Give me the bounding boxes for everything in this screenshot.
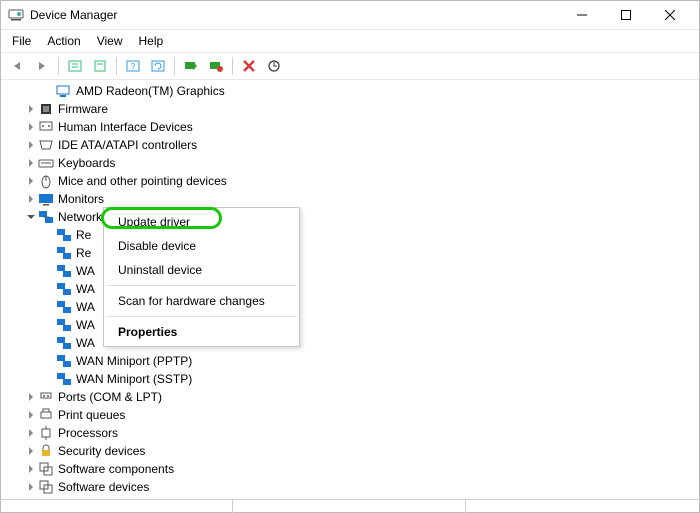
adapter-icon (56, 299, 72, 315)
menu-help[interactable]: Help (131, 32, 172, 50)
tree-node-net-pptp[interactable]: WAN Miniport (PPTP) (4, 352, 696, 370)
menu-view[interactable]: View (89, 32, 131, 50)
window-title: Device Manager (30, 8, 560, 22)
toolbar-separator (232, 57, 233, 75)
adapter-icon (56, 353, 72, 369)
toolbar-refresh[interactable] (147, 55, 169, 77)
tree-node-monitors[interactable]: Monitors (4, 190, 696, 208)
tree-node-processors[interactable]: Processors (4, 424, 696, 442)
software-icon (38, 479, 54, 495)
tree-node-hid[interactable]: Human Interface Devices (4, 118, 696, 136)
toolbar-disable[interactable] (238, 55, 260, 77)
mouse-icon (38, 173, 54, 189)
chevron-right-icon[interactable] (24, 120, 38, 134)
ports-icon (38, 389, 54, 405)
toolbar-back[interactable] (6, 55, 28, 77)
chevron-down-icon[interactable] (24, 210, 38, 224)
toolbar-help[interactable]: ? (122, 55, 144, 77)
tree-node-net-sstp[interactable]: WAN Miniport (SSTP) (4, 370, 696, 388)
display-adapter-icon (56, 83, 72, 99)
chevron-right-icon[interactable] (24, 408, 38, 422)
chevron-right-icon[interactable] (24, 390, 38, 404)
tree-node-radeon[interactable]: AMD Radeon(TM) Graphics (4, 82, 696, 100)
no-expander (42, 84, 56, 98)
chevron-right-icon[interactable] (24, 192, 38, 206)
menu-bar: File Action View Help (0, 30, 700, 52)
adapter-icon (56, 227, 72, 243)
app-icon (8, 7, 24, 23)
menu-action[interactable]: Action (39, 32, 88, 50)
chevron-right-icon[interactable] (24, 102, 38, 116)
adapter-icon (56, 281, 72, 297)
status-bar (0, 499, 700, 513)
toolbar-show-hidden[interactable] (64, 55, 86, 77)
software-icon (38, 461, 54, 477)
toolbar-separator (116, 57, 117, 75)
adapter-icon (56, 245, 72, 261)
tree-node-swdev[interactable]: Software devices (4, 478, 696, 496)
chevron-right-icon[interactable] (24, 462, 38, 476)
adapter-icon (56, 371, 72, 387)
context-disable-device[interactable]: Disable device (104, 234, 299, 258)
tree-node-ide[interactable]: IDE ATA/ATAPI controllers (4, 136, 696, 154)
chevron-right-icon[interactable] (24, 174, 38, 188)
context-separator (106, 316, 297, 317)
toolbar-properties[interactable] (89, 55, 111, 77)
chevron-right-icon[interactable] (24, 444, 38, 458)
chevron-right-icon[interactable] (24, 138, 38, 152)
monitor-icon (38, 191, 54, 207)
svg-text:?: ? (131, 62, 136, 71)
context-uninstall-device[interactable]: Uninstall device (104, 258, 299, 282)
adapter-icon (56, 263, 72, 279)
security-icon (38, 443, 54, 459)
toolbar-separator (58, 57, 59, 75)
firmware-icon (38, 101, 54, 117)
adapter-icon (56, 335, 72, 351)
minimize-button[interactable] (560, 0, 604, 30)
toolbar-forward[interactable] (31, 55, 53, 77)
context-scan-hardware[interactable]: Scan for hardware changes (104, 289, 299, 313)
tree-node-security[interactable]: Security devices (4, 442, 696, 460)
context-update-driver[interactable]: Update driver (104, 210, 299, 234)
tree-node-keyboards[interactable]: Keyboards (4, 154, 696, 172)
toolbar-uninstall[interactable] (205, 55, 227, 77)
context-properties[interactable]: Properties (104, 320, 299, 344)
chevron-right-icon[interactable] (24, 426, 38, 440)
toolbar: ? (0, 52, 700, 80)
chevron-right-icon[interactable] (24, 156, 38, 170)
network-icon (38, 209, 54, 225)
toolbar-update-driver[interactable] (180, 55, 202, 77)
adapter-icon (56, 317, 72, 333)
context-separator (106, 285, 297, 286)
menu-file[interactable]: File (4, 32, 39, 50)
title-bar: Device Manager (0, 0, 700, 30)
close-button[interactable] (648, 0, 692, 30)
tree-node-firmware[interactable]: Firmware (4, 100, 696, 118)
tree-node-ports[interactable]: Ports (COM & LPT) (4, 388, 696, 406)
ide-icon (38, 137, 54, 153)
tree-node-mice[interactable]: Mice and other pointing devices (4, 172, 696, 190)
toolbar-separator (174, 57, 175, 75)
tree-node-printq[interactable]: Print queues (4, 406, 696, 424)
hid-icon (38, 119, 54, 135)
maximize-button[interactable] (604, 0, 648, 30)
chevron-right-icon[interactable] (24, 480, 38, 494)
context-menu: Update driver Disable device Uninstall d… (103, 207, 300, 347)
printer-icon (38, 407, 54, 423)
tree-node-swcomp[interactable]: Software components (4, 460, 696, 478)
cpu-icon (38, 425, 54, 441)
keyboard-icon (38, 155, 54, 171)
toolbar-scan[interactable] (263, 55, 285, 77)
